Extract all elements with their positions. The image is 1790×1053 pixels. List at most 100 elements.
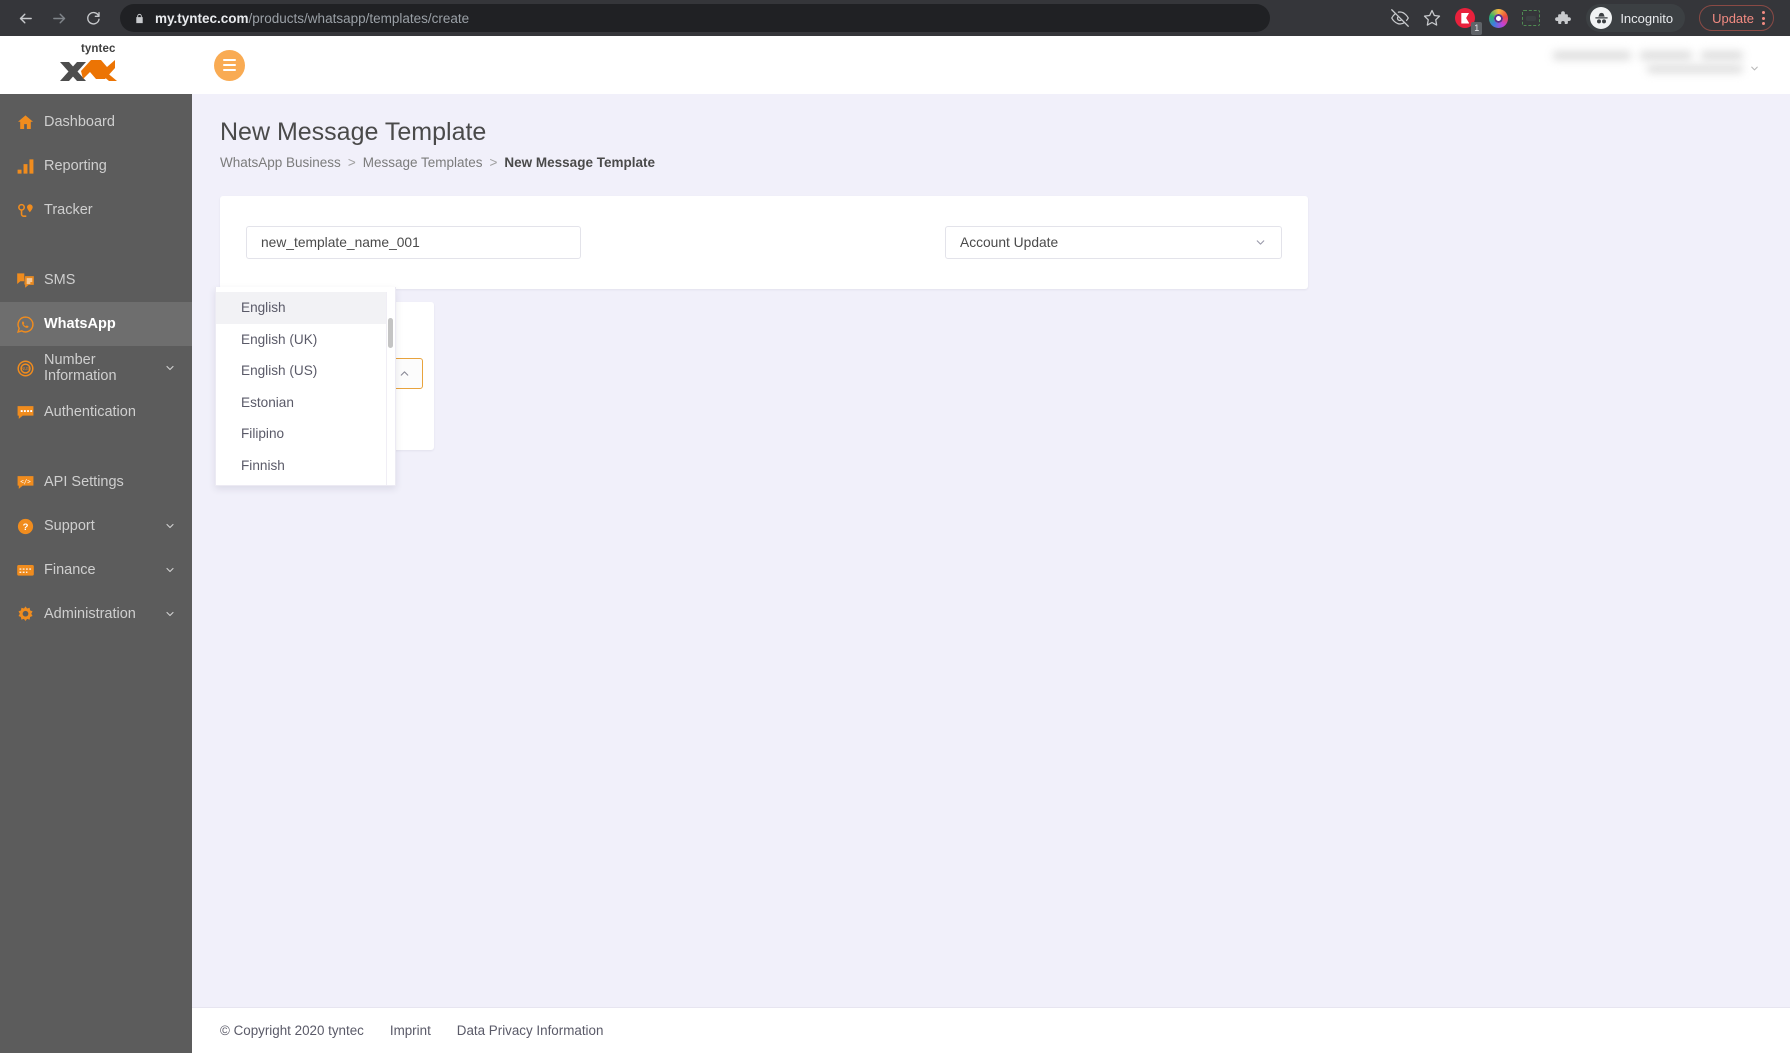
redacted-text — [1640, 51, 1692, 60]
breadcrumb-separator: > — [347, 155, 356, 170]
url-text: my.tyntec.com/products/whatsapp/template… — [155, 11, 469, 26]
forward-button[interactable] — [44, 3, 74, 33]
sidebar-item-label: SMS — [44, 272, 76, 288]
extension-capture-icon[interactable] — [1522, 10, 1541, 26]
template-name-input[interactable]: new_template_name_001 — [246, 226, 581, 259]
tracker-pin-icon — [16, 201, 44, 220]
chevron-down-icon[interactable] — [164, 520, 176, 532]
sidebar-item-label: Administration — [44, 606, 136, 622]
gear-icon — [16, 605, 44, 624]
footer-link-data-privacy[interactable]: Data Privacy Information — [457, 1023, 604, 1038]
home-icon — [16, 113, 44, 132]
address-bar[interactable]: my.tyntec.com/products/whatsapp/template… — [120, 4, 1270, 32]
back-button[interactable] — [10, 3, 40, 33]
sidebar-item-label: API Settings — [44, 474, 124, 490]
number-info-icon: NUS — [16, 359, 44, 378]
page-header: New Message Template WhatsApp Business > M… — [192, 94, 1790, 182]
sidebar-item-label: Tracker — [44, 202, 93, 218]
sidebar-item-support[interactable]: ? Support — [0, 504, 192, 548]
sidebar-item-label: Dashboard — [44, 114, 115, 130]
url-domain: my.tyntec.com — [155, 10, 249, 26]
back-arrow-icon — [17, 10, 34, 27]
chevron-down-icon[interactable] — [164, 564, 176, 576]
sidebar-item-api-settings[interactable]: </> API Settings — [0, 460, 192, 504]
forward-arrow-icon — [51, 10, 68, 27]
chevron-down-icon[interactable] — [164, 362, 176, 374]
sidebar-item-whatsapp[interactable]: WhatsApp — [0, 302, 192, 346]
breadcrumb-item[interactable]: WhatsApp Business — [220, 155, 341, 170]
sidebar-item-label: Support — [44, 518, 95, 534]
sidebar: tyntec Dashboard Reporting Tracker SMS Whats… — [0, 36, 192, 1053]
breadcrumb-item-current: New Message Template — [504, 155, 655, 170]
update-button[interactable]: Update — [1699, 5, 1774, 31]
breadcrumb-separator: > — [489, 155, 498, 170]
dropdown-scrollbar-thumb[interactable] — [388, 318, 393, 348]
puzzle-extensions-icon[interactable] — [1554, 9, 1572, 27]
question-icon: ? — [16, 517, 44, 536]
language-option[interactable]: Estonian — [216, 387, 395, 419]
sidebar-nav: Dashboard Reporting Tracker SMS WhatsApp NUS N… — [0, 94, 192, 636]
sidebar-item-finance[interactable]: Finance — [0, 548, 192, 592]
incognito-avatar-icon — [1590, 7, 1613, 29]
account-area[interactable] — [1553, 51, 1768, 79]
redacted-text — [1553, 51, 1631, 60]
svg-text:</>: </> — [20, 479, 31, 485]
brand-logo[interactable]: tyntec — [0, 36, 192, 94]
language-option[interactable]: English — [216, 292, 395, 324]
page-title: New Message Template — [220, 118, 487, 146]
eye-off-icon[interactable] — [1391, 9, 1410, 27]
sidebar-item-tracker[interactable]: Tracker — [0, 188, 192, 232]
breadcrumb-item[interactable]: Message Templates — [363, 155, 483, 170]
sidebar-divider — [0, 232, 192, 258]
browser-actions: 1 Incognito Update — [1391, 4, 1780, 35]
language-option[interactable]: English (US) — [216, 355, 395, 387]
footer-copyright: © Copyright 2020 tyntec — [220, 1023, 364, 1038]
sidebar-item-number-information[interactable]: NUS Number Information — [0, 346, 192, 390]
redacted-text — [1647, 65, 1743, 73]
api-code-icon: </> — [16, 473, 44, 492]
whatsapp-icon — [16, 315, 44, 334]
svg-text:?: ? — [23, 521, 29, 532]
sidebar-item-administration[interactable]: Administration — [0, 592, 192, 636]
lock-icon — [134, 12, 145, 25]
sidebar-item-label: Reporting — [44, 158, 107, 174]
dropdown-scrollbar[interactable] — [386, 292, 395, 485]
sidebar-item-dashboard[interactable]: Dashboard — [0, 100, 192, 144]
chevron-down-icon[interactable] — [164, 608, 176, 620]
footer: © Copyright 2020 tyntec Imprint Data Pri… — [192, 1007, 1790, 1053]
extension-badge-count: 1 — [1471, 22, 1483, 35]
sidebar-item-sms[interactable]: SMS — [0, 258, 192, 302]
language-dropdown-list[interactable]: English English (UK) English (US) Estonian F… — [215, 287, 396, 486]
reload-button[interactable] — [78, 3, 108, 33]
sidebar-item-label: Authentication — [44, 404, 136, 420]
footer-link-imprint[interactable]: Imprint — [390, 1023, 431, 1038]
breadcrumb: WhatsApp Business > Message Templates > New … — [220, 155, 1762, 170]
sidebar-item-authentication[interactable]: Authentication — [0, 390, 192, 434]
kebab-menu-icon[interactable] — [1762, 11, 1765, 25]
chevron-down-icon[interactable] — [1749, 61, 1760, 79]
reload-icon — [85, 10, 101, 26]
extension-badge-icon[interactable]: 1 — [1455, 8, 1483, 35]
language-options: English English (UK) English (US) Estonian F… — [216, 292, 395, 481]
main-region: New Message Template WhatsApp Business > M… — [192, 36, 1790, 1053]
hamburger-menu-icon[interactable] — [214, 49, 245, 81]
redacted-text — [1701, 51, 1743, 60]
category-select-value: Account Update — [960, 235, 1059, 250]
brand-name: tyntec — [81, 43, 116, 55]
update-label: Update — [1712, 10, 1754, 26]
language-option[interactable]: Filipino — [216, 418, 395, 450]
top-bar — [192, 36, 1790, 94]
svg-text:NUS: NUS — [21, 366, 30, 371]
language-option[interactable]: English (UK) — [216, 324, 395, 356]
star-bookmark-icon[interactable] — [1423, 9, 1441, 27]
chevron-down-icon — [1254, 236, 1267, 249]
bar-chart-icon — [16, 157, 44, 176]
incognito-profile-button[interactable]: Incognito — [1586, 4, 1686, 32]
app-shell: tyntec Dashboard Reporting Tracker SMS Whats… — [0, 36, 1790, 1053]
tyntec-logo-icon — [57, 55, 119, 90]
sidebar-item-reporting[interactable]: Reporting — [0, 144, 192, 188]
category-select[interactable]: Account Update — [945, 226, 1282, 259]
extension-colorful-icon[interactable] — [1489, 8, 1509, 28]
page-content: new_template_name_001 Account Update Lan… — [192, 182, 1790, 1007]
language-option[interactable]: Finnish — [216, 450, 395, 482]
